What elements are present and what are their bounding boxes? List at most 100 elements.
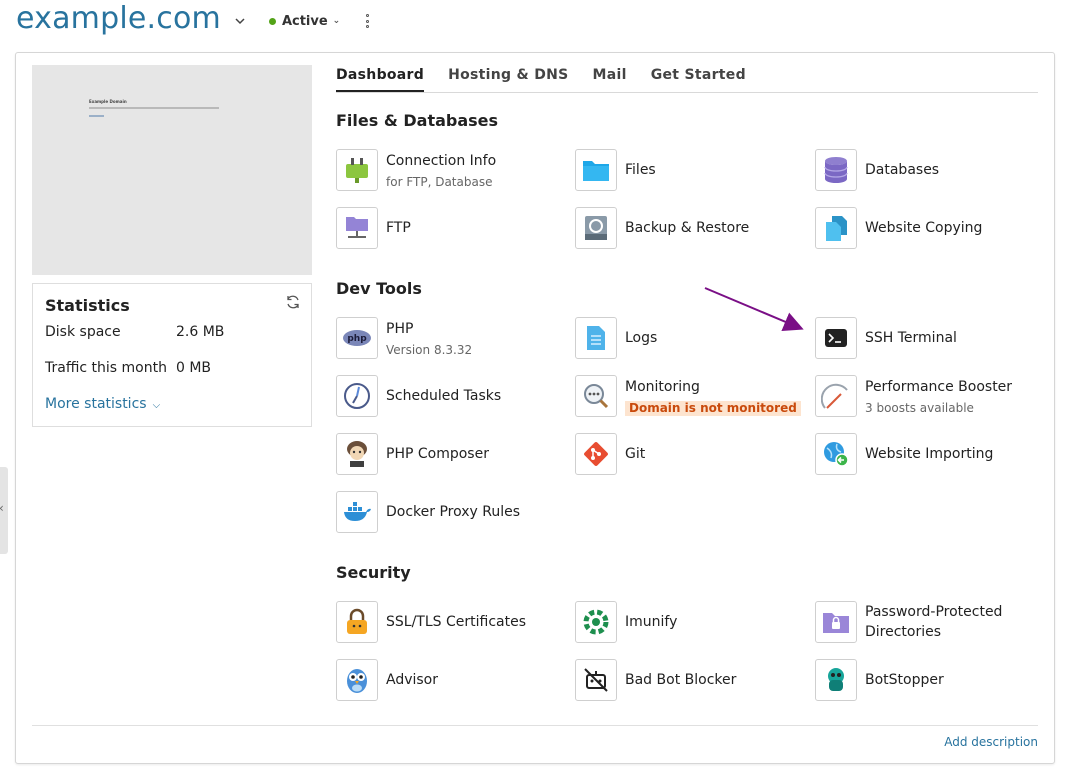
terminal-icon [815, 317, 857, 359]
log-document-icon [575, 317, 617, 359]
database-icon [815, 149, 857, 191]
monitoring-warning-badge: Domain is not monitored [625, 400, 801, 416]
tool-name: Password-Protected Directories [865, 604, 1003, 640]
owl-icon [336, 659, 378, 701]
tool-connection-info[interactable]: Connection Info for FTP, Database [336, 149, 496, 191]
tool-name: Databases [865, 162, 940, 178]
tool-performance-booster[interactable]: Performance Booster 3 boosts available [815, 375, 1012, 417]
tab-mail[interactable]: Mail [593, 67, 627, 92]
tool-name: Imunify [625, 614, 678, 630]
tool-databases[interactable]: Databases [815, 149, 939, 191]
tool-imunify[interactable]: Imunify [575, 601, 677, 643]
tool-scheduled-tasks[interactable]: Scheduled Tasks [336, 375, 501, 417]
tool-name: PHP [386, 320, 414, 337]
tool-ssl-tls[interactable]: SSL/TLS Certificates [336, 601, 526, 643]
more-statistics-label: More statistics [45, 396, 147, 412]
preview-link [89, 115, 104, 117]
tool-name: Advisor [386, 672, 439, 688]
domain-title[interactable]: example.com [16, 4, 221, 34]
tool-website-importing[interactable]: Website Importing [815, 433, 993, 475]
stat-traffic: Traffic this month 0 MB [45, 360, 211, 376]
tool-name: Files [625, 162, 656, 178]
tool-name: FTP [386, 220, 411, 236]
clock-icon [336, 375, 378, 417]
statistics-title: Statistics [45, 296, 130, 315]
ftp-folder-icon [336, 207, 378, 249]
tab-get-started[interactable]: Get Started [651, 67, 746, 92]
tool-ssh-terminal[interactable]: SSH Terminal [815, 317, 957, 359]
add-description-link[interactable]: Add description [944, 735, 1038, 749]
domain-card: Example Domain Statistics Disk space 2.6… [15, 52, 1055, 764]
preview-text-line [89, 107, 219, 109]
tool-name: Scheduled Tasks [386, 388, 502, 404]
copy-documents-icon [815, 207, 857, 249]
chevron-down-icon: ⌵ [152, 400, 161, 411]
tool-name: BotStopper [865, 672, 944, 688]
footer-divider [32, 725, 1038, 726]
tool-name: PHP Composer [386, 446, 489, 462]
preview-site-title: Example Domain [89, 99, 127, 104]
stat-value: 0 MB [176, 360, 212, 376]
tool-git[interactable]: Git [575, 433, 645, 475]
bot-stopper-icon [815, 659, 857, 701]
tool-name: Bad Bot Blocker [625, 672, 737, 688]
tool-subtitle: for FTP, Database [386, 174, 493, 189]
backup-drive-icon [575, 207, 617, 249]
tool-name: Website Importing [865, 446, 994, 462]
tool-ftp[interactable]: FTP [336, 207, 411, 249]
tool-php[interactable]: php PHP Version 8.3.32 [336, 317, 472, 359]
tool-name: Docker Proxy Rules [386, 504, 521, 520]
section-title-security: Security [336, 563, 411, 582]
tool-website-copying[interactable]: Website Copying [815, 207, 982, 249]
tool-subtitle: 3 boosts available [865, 400, 974, 415]
git-icon [575, 433, 617, 475]
chevron-down-icon: ⌄ [332, 16, 341, 26]
refresh-icon[interactable] [285, 294, 301, 310]
docker-whale-icon [336, 491, 378, 533]
status-dot [268, 17, 276, 25]
svg-text:php: php [347, 334, 367, 344]
stat-label: Disk space [45, 324, 121, 340]
tool-name: SSH Terminal [865, 330, 957, 346]
site-preview-thumbnail[interactable]: Example Domain [32, 65, 312, 275]
tool-backup-restore[interactable]: Backup & Restore [575, 207, 749, 249]
tool-files[interactable]: Files [575, 149, 656, 191]
tool-name: SSL/TLS Certificates [386, 614, 526, 630]
domain-tabs: Dashboard Hosting & DNS Mail Get Started [336, 67, 1038, 93]
stat-disk-space: Disk space 2.6 MB [45, 324, 224, 340]
tab-hosting-dns[interactable]: Hosting & DNS [448, 67, 568, 92]
imunify-shield-icon [575, 601, 617, 643]
tool-name: Performance Booster [865, 378, 1013, 395]
php-icon: php [336, 317, 378, 359]
section-title-dev-tools: Dev Tools [336, 279, 422, 298]
tool-bad-bot-blocker[interactable]: Bad Bot Blocker [575, 659, 736, 701]
tool-name: Connection Info [386, 152, 497, 169]
tool-name: Monitoring [625, 378, 700, 395]
more-statistics-link[interactable]: More statistics ⌵ [45, 396, 160, 412]
statistics-panel: Statistics Disk space 2.6 MB Traffic thi… [32, 283, 312, 427]
tab-dashboard[interactable]: Dashboard [336, 67, 425, 92]
padlock-icon [336, 601, 378, 643]
section-title-files: Files & Databases [336, 111, 499, 130]
tool-docker-proxy-rules[interactable]: Docker Proxy Rules [336, 491, 520, 533]
magnifier-icon [575, 375, 617, 417]
tool-advisor[interactable]: Advisor [336, 659, 438, 701]
plug-icon [336, 149, 378, 191]
tool-password-protected-directories[interactable]: Password-Protected Directories [815, 601, 1015, 643]
status-dropdown[interactable]: Active ⌄ [268, 13, 341, 29]
locked-folder-icon [815, 601, 857, 643]
tool-name: Backup & Restore [625, 220, 750, 236]
tool-name: Logs [625, 330, 658, 346]
more-actions-icon[interactable] [360, 12, 374, 30]
tool-name: Website Copying [865, 220, 983, 236]
tool-php-composer[interactable]: PHP Composer [336, 433, 489, 475]
robot-blocked-icon [575, 659, 617, 701]
tool-botstopper[interactable]: BotStopper [815, 659, 944, 701]
status-label: Active [281, 13, 328, 29]
tool-logs[interactable]: Logs [575, 317, 657, 359]
folder-icon [575, 149, 617, 191]
chevron-down-icon[interactable] [233, 14, 247, 28]
tool-monitoring[interactable]: Monitoring Domain is not monitored [575, 375, 801, 417]
sidebar-toggle[interactable] [0, 467, 8, 554]
stat-label: Traffic this month [45, 360, 167, 376]
